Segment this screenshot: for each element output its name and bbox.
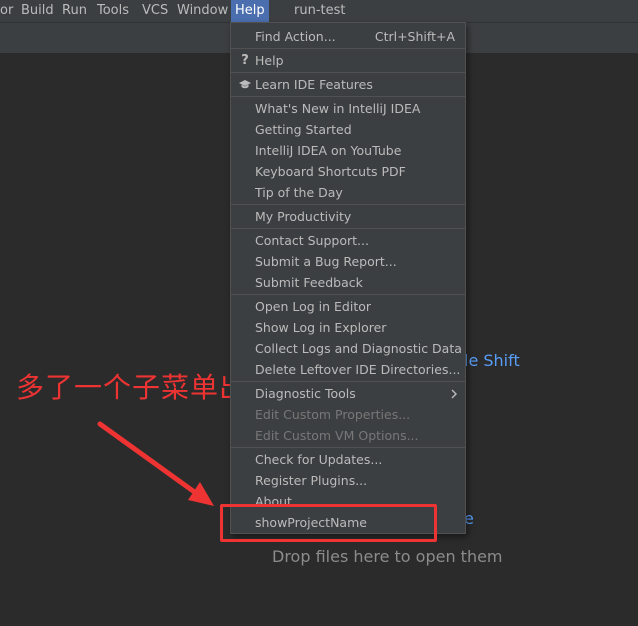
menu-separator	[231, 381, 465, 382]
menu-item-getting-started[interactable]: Getting Started	[231, 119, 465, 140]
menu-item-find-action[interactable]: Find Action... Ctrl+Shift+A	[231, 26, 465, 47]
menu-item-edit-vm-options: Edit Custom VM Options...	[231, 425, 465, 446]
menu-item-label: My Productivity	[255, 209, 352, 224]
menu-item-tip-of-day[interactable]: Tip of the Day	[231, 182, 465, 203]
menu-item-diagnostic-tools[interactable]: Diagnostic Tools	[231, 383, 465, 404]
search-everywhere-hint[interactable]: le Shift	[464, 351, 520, 370]
menu-item-collect-logs[interactable]: Collect Logs and Diagnostic Data	[231, 338, 465, 359]
drop-files-hint: Drop files here to open them	[272, 547, 503, 566]
menu-item-help[interactable]: ? Help	[231, 50, 465, 71]
menu-item-label: Help	[255, 53, 284, 68]
help-menu-dropdown: Find Action... Ctrl+Shift+A ? Help Learn…	[230, 22, 466, 534]
menu-item-check-updates[interactable]: Check for Updates...	[231, 449, 465, 470]
menu-vcs[interactable]: VCS	[142, 0, 168, 22]
menu-item-submit-bug[interactable]: Submit a Bug Report...	[231, 251, 465, 272]
menu-item-open-log[interactable]: Open Log in Editor	[231, 296, 465, 317]
graduation-cap-icon	[238, 74, 252, 95]
menu-tools[interactable]: Tools	[97, 0, 129, 22]
menu-item-label: Delete Leftover IDE Directories...	[255, 362, 461, 377]
shortcut-label: Ctrl+Shift+A	[374, 29, 455, 44]
menu-item-register-plugins[interactable]: Register Plugins...	[231, 470, 465, 491]
menu-bar: or Build Run Tools VCS Window Help run-t…	[0, 0, 638, 22]
menu-item-label: Register Plugins...	[255, 473, 368, 488]
menu-item-label: Check for Updates...	[255, 452, 383, 467]
menu-item-label: Submit a Bug Report...	[255, 254, 397, 269]
menu-separator	[231, 96, 465, 97]
menu-item-edit-properties: Edit Custom Properties...	[231, 404, 465, 425]
menu-separator	[231, 447, 465, 448]
menu-help[interactable]: Help	[231, 0, 269, 22]
menu-item-learn-ide[interactable]: Learn IDE Features	[231, 74, 465, 95]
menu-item-label: Learn IDE Features	[255, 77, 373, 92]
menu-item-label: What's New in IntelliJ IDEA	[255, 101, 421, 116]
menu-item-submit-feedback[interactable]: Submit Feedback	[231, 272, 465, 293]
menu-item-whats-new[interactable]: What's New in IntelliJ IDEA	[231, 98, 465, 119]
menu-item-label: Collect Logs and Diagnostic Data	[255, 341, 462, 356]
menu-separator	[231, 228, 465, 229]
menu-window[interactable]: Window	[177, 0, 228, 22]
menu-item-youtube[interactable]: IntelliJ IDEA on YouTube	[231, 140, 465, 161]
menu-item-label: IntelliJ IDEA on YouTube	[255, 143, 402, 158]
chevron-right-icon	[451, 383, 457, 404]
menu-item-label: Diagnostic Tools	[255, 386, 356, 401]
menu-item-label: Keyboard Shortcuts PDF	[255, 164, 406, 179]
menu-item-label: Contact Support...	[255, 233, 369, 248]
menu-item-label: Edit Custom VM Options...	[255, 428, 419, 443]
menu-item-contact-support[interactable]: Contact Support...	[231, 230, 465, 251]
menu-separator	[231, 294, 465, 295]
menu-separator	[231, 72, 465, 73]
menu-item-label: Show Log in Explorer	[255, 320, 387, 335]
menu-item-label: Find Action...	[255, 29, 336, 44]
menu-item-label: Getting Started	[255, 122, 352, 137]
menu-item-label: Edit Custom Properties...	[255, 407, 411, 422]
project-title: run-test	[294, 3, 346, 18]
menu-separator	[231, 204, 465, 205]
menu-item-label: Submit Feedback	[255, 275, 363, 290]
menu-build[interactable]: Build	[21, 0, 54, 22]
menu-item-delete-leftover[interactable]: Delete Leftover IDE Directories...	[231, 359, 465, 380]
menu-editor[interactable]: or	[0, 0, 13, 22]
menu-item-label: Tip of the Day	[255, 185, 343, 200]
question-icon: ?	[241, 53, 249, 68]
menu-item-show-log[interactable]: Show Log in Explorer	[231, 317, 465, 338]
menu-run[interactable]: Run	[62, 0, 87, 22]
annotation-highlight-box	[220, 504, 437, 542]
menu-separator	[231, 48, 465, 49]
menu-item-label: Open Log in Editor	[255, 299, 372, 314]
menu-item-keyboard-shortcuts[interactable]: Keyboard Shortcuts PDF	[231, 161, 465, 182]
menu-item-my-productivity[interactable]: My Productivity	[231, 206, 465, 227]
